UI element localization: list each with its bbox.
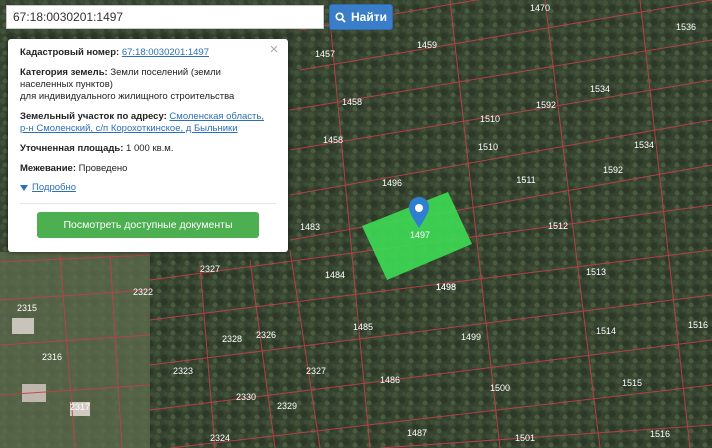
parcel-number-label: 2315 [17, 303, 37, 313]
parcel-number-label: 1484 [325, 270, 345, 280]
parcel-number-label: 1457 [315, 49, 335, 59]
more-details[interactable]: Подробно [20, 182, 276, 194]
view-documents-button[interactable]: Посмотреть доступные документы [37, 212, 259, 238]
parcel-number-label: 1515 [622, 378, 642, 388]
search-input[interactable] [6, 5, 324, 29]
parcel-number-label: 2316 [42, 352, 62, 362]
parcel-info-card: × Кадастровый номер: 67:18:0030201:1497 … [8, 39, 288, 252]
parcel-number-label: 1458 [342, 97, 362, 107]
parcel-number-label: 2329 [277, 401, 297, 411]
area-value: 1 000 кв.м. [126, 143, 174, 154]
parcel-number-label: 1513 [586, 267, 606, 277]
parcel-number-label: 1510 [478, 142, 498, 152]
parcel-number-label: 1516 [688, 320, 708, 330]
parcel-number-label: 1536 [676, 22, 696, 32]
parcel-number-label: 1483 [300, 222, 320, 232]
parcel-number-label: 1458 [323, 135, 343, 145]
parcel-number-label: 2326 [256, 330, 276, 340]
selected-parcel-label: 1497 [410, 230, 430, 240]
divider [20, 203, 276, 204]
parcel-number-label: 1499 [461, 332, 481, 342]
parcel-number-label: 2327 [306, 366, 326, 376]
land-category-label: Категория земель: [20, 67, 108, 78]
land-category-value-1: Земли поселений (земли [110, 67, 221, 78]
search-icon [335, 11, 346, 23]
parcel-number-label: 1470 [530, 3, 550, 13]
cadastral-number-row: Кадастровый номер: 67:18:0030201:1497 [20, 47, 276, 59]
parcel-number-label: 2317 [70, 402, 90, 412]
search-button-label: Найти [351, 10, 387, 24]
survey-row: Межевание: Проведено [20, 163, 276, 175]
parcel-number-label: 1498 [436, 282, 456, 292]
search-button[interactable]: Найти [329, 4, 393, 30]
parcel-number-label: 1592 [603, 165, 623, 175]
parcel-number-label: 1487 [407, 428, 427, 438]
parcel-number-label: 1486 [380, 375, 400, 385]
survey-value: Проведено [78, 163, 128, 174]
address-link-1[interactable]: Смоленская область, [169, 111, 264, 122]
parcel-number-label: 1592 [536, 100, 556, 110]
survey-label: Межевание: [20, 163, 76, 174]
area-row: Уточненная площадь: 1 000 кв.м. [20, 143, 276, 155]
land-category-row: Категория земель: Земли поселений (земли… [20, 67, 276, 103]
building [12, 318, 34, 334]
address-label: Земельный участок по адресу: [20, 111, 167, 122]
parcel-number-label: 1459 [417, 40, 437, 50]
cadastral-number-link[interactable]: 67:18:0030201:1497 [122, 47, 209, 58]
parcel-number-label: 1534 [634, 140, 654, 150]
parcel-number-label: 1512 [548, 221, 568, 231]
parcel-number-label: 1534 [590, 84, 610, 94]
parcel-number-label: 2323 [173, 366, 193, 376]
parcel-number-label: 1500 [490, 383, 510, 393]
land-category-value-3: для индивидуального жилищного строительс… [20, 91, 235, 102]
parcel-number-label: 1501 [515, 433, 535, 443]
address-row: Земельный участок по адресу: Смоленская … [20, 111, 276, 135]
parcel-number-label: 1510 [480, 114, 500, 124]
parcel-number-label: 2330 [236, 392, 256, 402]
address-link-2[interactable]: р-н Смоленский, с/п Корохоткинское, д Бы… [20, 123, 238, 134]
more-details-link[interactable]: Подробно [32, 182, 76, 194]
parcel-number-label: 2327 [200, 264, 220, 274]
parcel-number-label: 2328 [222, 334, 242, 344]
parcel-number-label: 2324 [210, 433, 230, 443]
parcel-number-label: 1516 [650, 429, 670, 439]
area-label: Уточненная площадь: [20, 143, 124, 154]
cadastral-number-label: Кадастровый номер: [20, 47, 120, 58]
close-icon[interactable]: × [267, 42, 281, 57]
parcel-number-label: 1485 [353, 322, 373, 332]
parcel-number-label: 1514 [596, 326, 616, 336]
parcel-number-label: 1496 [382, 178, 402, 188]
village-area [0, 252, 150, 448]
caret-down-icon [20, 185, 28, 191]
parcel-number-label: 2322 [133, 287, 153, 297]
parcel-number-label: 1511 [516, 175, 535, 185]
land-category-value-2: населенных пунктов) [20, 79, 113, 90]
